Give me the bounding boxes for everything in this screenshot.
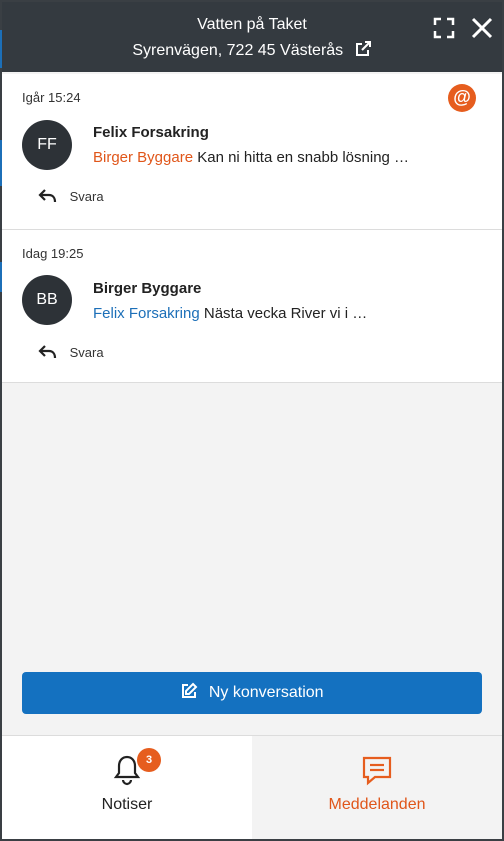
mention-icon: @	[448, 84, 476, 112]
sender-name: Birger Byggare	[93, 280, 202, 297]
mention-link[interactable]: Birger Byggare	[93, 149, 193, 166]
tab-notifications-label: Notiser	[101, 796, 153, 813]
fullscreen-icon[interactable]	[432, 16, 456, 40]
address-text: Syrenvägen, 722 45 Västerås	[132, 42, 344, 59]
avatar: BB	[22, 275, 72, 325]
sender-name: Felix Forsakring	[93, 124, 209, 141]
notification-count-badge: 3	[137, 748, 161, 772]
message-timestamp: Igår 15:24	[22, 90, 81, 105]
message-text: Kan ni hitta en snabb lösning …	[197, 149, 410, 166]
message-timestamp: Idag 19:25	[22, 246, 84, 261]
message-preview: Felix Forsakring Nästa vecka River vi i …	[93, 305, 367, 322]
edit-icon	[182, 682, 198, 698]
conversation-item[interactable]: Idag 19:25 BB Birger Byggare Felix Forsa…	[2, 230, 502, 383]
avatar: FF	[22, 120, 72, 170]
new-conversation-label: Ny konversation	[208, 684, 324, 701]
reply-icon	[38, 189, 57, 203]
conversation-panel: Vatten på Taket Syrenvägen, 722 45 Väste…	[2, 2, 502, 839]
message-text: Nästa vecka River vi i …	[203, 305, 368, 322]
panel-header: Vatten på Taket Syrenvägen, 722 45 Väste…	[2, 2, 502, 72]
message-icon	[362, 756, 392, 786]
tab-messages[interactable]: Meddelanden	[252, 736, 502, 839]
reply-icon	[38, 345, 57, 359]
new-conversation-button[interactable]: Ny konversation	[22, 672, 482, 714]
mention-link[interactable]: Felix Forsakring	[93, 305, 200, 322]
conversation-item[interactable]: Igår 15:24 FF Felix Forsakring Birger By…	[2, 74, 502, 230]
message-preview: Birger Byggare Kan ni hitta en snabb lös…	[93, 149, 409, 166]
reply-label: Svara	[69, 345, 104, 360]
reply-button[interactable]: Svara	[38, 188, 104, 204]
project-address[interactable]: Syrenvägen, 722 45 Västerås	[2, 40, 502, 60]
reply-label: Svara	[69, 189, 104, 204]
external-link-icon	[355, 41, 371, 56]
reply-button[interactable]: Svara	[38, 344, 104, 360]
close-icon[interactable]	[470, 16, 494, 40]
project-title: Vatten på Taket	[197, 16, 307, 33]
tab-notifications[interactable]: 3 Notiser	[2, 736, 252, 839]
tab-messages-label: Meddelanden	[328, 796, 426, 813]
